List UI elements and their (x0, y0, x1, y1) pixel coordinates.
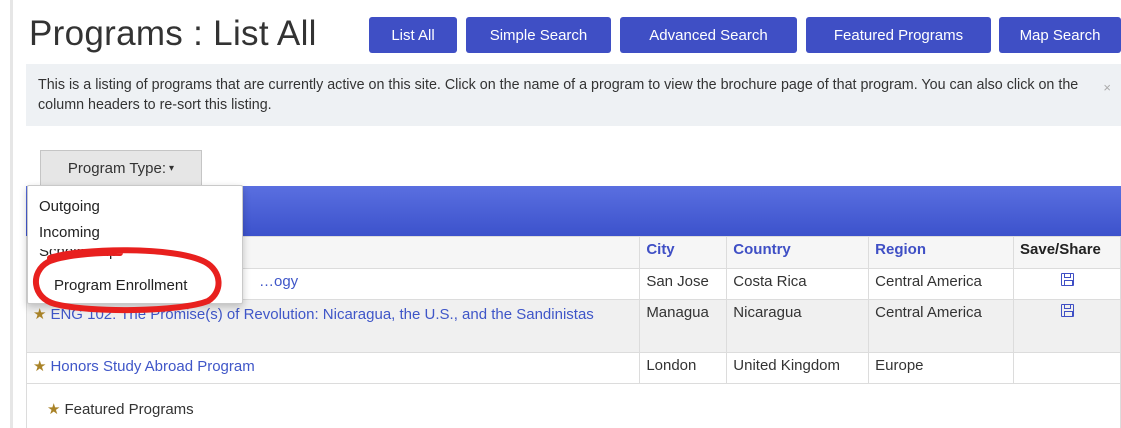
close-icon[interactable]: × (1103, 78, 1111, 98)
program-link[interactable]: …ogy (259, 273, 298, 290)
column-header-save-share: Save/Share (1013, 236, 1121, 269)
featured-legend: ★ Featured Programs (47, 400, 194, 418)
menu-item-outgoing[interactable]: Outgoing (39, 198, 100, 215)
city-cell: Managua (639, 299, 728, 353)
program-link[interactable]: ENG 102: The Promise(s) of Revolution: N… (50, 306, 593, 323)
save-cell-empty (1013, 352, 1121, 384)
advanced-search-button[interactable]: Advanced Search (620, 17, 797, 53)
program-type-label: Program Type: (67, 160, 167, 177)
program-link[interactable]: Honors Study Abroad Program (50, 358, 254, 375)
region-cell: Central America (868, 268, 1014, 300)
table-row: ★ Honors Study Abroad Program London Unit… (25, 352, 1121, 384)
simple-search-button[interactable]: Simple Search (466, 17, 611, 53)
save-floppy-icon[interactable] (1060, 273, 1074, 286)
caret-down-icon: ▾ (169, 163, 175, 174)
star-icon: ★ (47, 401, 61, 418)
save-floppy-icon[interactable] (1060, 304, 1074, 317)
featured-programs-button[interactable]: Featured Programs (806, 17, 991, 53)
menu-item-incoming[interactable]: Incoming (39, 224, 100, 241)
menu-item-scholarship[interactable]: Scholarship (39, 249, 117, 260)
info-alert: This is a listing of programs that are c… (26, 64, 1121, 126)
column-header-city[interactable]: City (639, 236, 728, 269)
country-cell: Costa Rica (726, 268, 870, 300)
info-text: This is a listing of programs that are c… (38, 77, 1079, 113)
city-cell: London (639, 352, 728, 384)
region-cell: Central America (868, 299, 1014, 353)
table-row: ★ ENG 102: The Promise(s) of Revolution: … (25, 299, 1121, 353)
featured-legend-label: Featured Programs (64, 401, 194, 418)
country-cell: United Kingdom (726, 352, 870, 384)
map-search-button[interactable]: Map Search (999, 17, 1121, 53)
star-icon: ★ (33, 306, 47, 323)
page-title: Programs : List All (29, 14, 317, 53)
city-cell: San Jose (639, 268, 728, 300)
table-footer: ★ Featured Programs (26, 381, 1121, 428)
list-all-button[interactable]: List All (369, 17, 457, 53)
menu-item-program-enrollment[interactable]: Program Enrollment (54, 277, 187, 294)
column-header-country[interactable]: Country (726, 236, 870, 269)
column-header-region[interactable]: Region (868, 236, 1014, 269)
region-cell: Europe (868, 352, 1014, 384)
left-rule (10, 0, 13, 428)
program-type-menu: Outgoing Incoming Scholarship Program En… (27, 185, 243, 304)
program-type-dropdown-button[interactable]: Program Type: ▾ (40, 150, 202, 186)
star-icon: ★ (33, 358, 47, 375)
country-cell: Nicaragua (726, 299, 870, 353)
